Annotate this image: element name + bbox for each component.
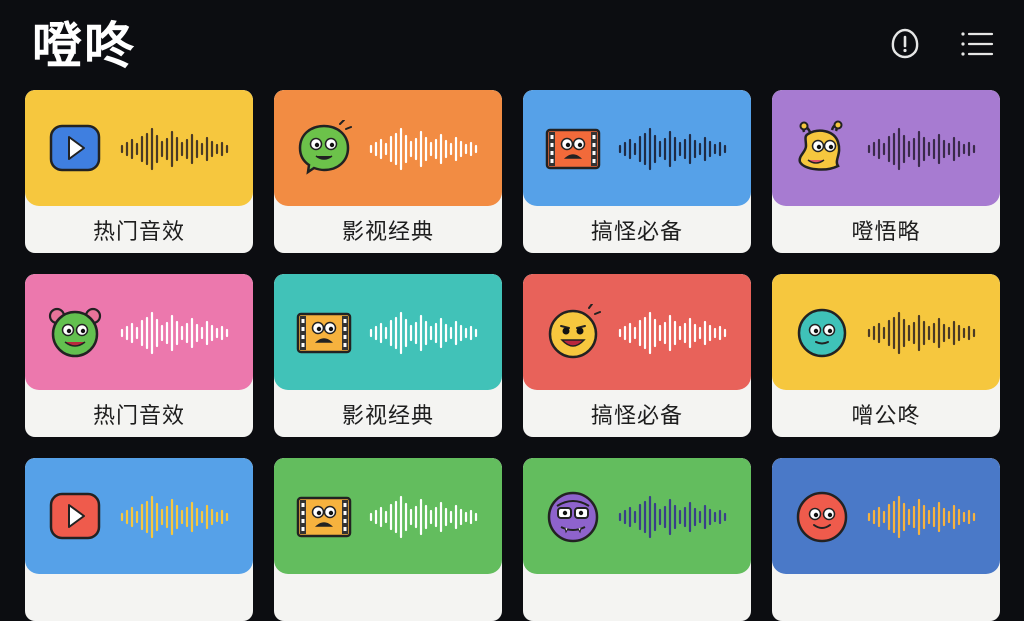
sound-wave-icon [618,495,727,539]
card-color-header [25,274,253,390]
yellow-face-icon [548,304,601,359]
app-title: 噔咚 [32,17,136,75]
card-label: 噔悟略 [851,219,921,245]
category-card[interactable]: 影视经典 [274,274,502,437]
green-bear-face-icon [48,307,102,358]
card-color-header [25,458,253,574]
card-color-header [25,90,253,206]
sound-category-grid: 热门音效 影视经典 搞怪必备 噔悟略 热门音效 影视经典 搞怪必备 噌公咚 [25,90,1000,621]
category-card[interactable]: 热门音效 [25,274,253,437]
card-color-header [523,90,751,206]
sound-wave-icon [369,311,478,355]
card-label: 搞怪必备 [590,219,683,245]
purple-monster-icon [547,491,599,543]
card-color-header [274,90,502,206]
play-button-icon [49,124,101,172]
sound-wave-icon [369,495,478,539]
category-card[interactable]: 搞怪必备 [523,90,751,253]
category-card[interactable]: 噌公咚 [772,274,1000,437]
red-face-icon [796,491,848,543]
yellow-creature-icon [798,120,843,171]
card-color-header [772,90,1000,206]
card-label [523,574,751,621]
play-button-icon [49,492,101,540]
card-label: 噌公咚 [851,403,921,429]
card-color-header [772,274,1000,390]
card-label: 热门音效 [92,403,185,429]
category-card[interactable]: 搞怪必备 [523,274,751,437]
sound-wave-icon [618,127,727,171]
menu-list-icon[interactable] [956,24,996,64]
sound-wave-icon [618,311,727,355]
sound-wave-icon [369,127,478,171]
card-color-header [274,274,502,390]
teal-face-icon [797,308,847,358]
category-card[interactable] [25,458,253,621]
card-color-header [274,458,502,574]
film-face-icon [296,496,352,538]
film-face-icon [545,128,601,170]
category-card[interactable] [772,458,1000,621]
sound-wave-icon [120,127,229,171]
sound-wave-icon [867,127,976,171]
category-card[interactable] [523,458,751,621]
card-label: 热门音效 [92,219,185,245]
card-color-header [772,458,1000,574]
sound-wave-icon [867,311,976,355]
card-color-header [523,274,751,390]
card-label: 搞怪必备 [590,403,683,429]
sound-wave-icon [867,495,976,539]
green-face-icon [298,120,352,175]
category-card[interactable]: 热门音效 [25,90,253,253]
sound-wave-icon [120,495,229,539]
film-face-icon [296,312,352,354]
notification-bell-icon[interactable] [885,24,925,64]
sound-wave-icon [120,311,229,355]
top-bar: 噔咚 [0,0,1024,90]
card-label: 影视经典 [341,219,434,245]
category-card[interactable] [274,458,502,621]
card-label: 影视经典 [341,403,434,429]
category-card[interactable]: 噔悟略 [772,90,1000,253]
card-label [25,574,253,621]
card-label [274,574,502,621]
category-card[interactable]: 影视经典 [274,90,502,253]
card-label [772,574,1000,621]
card-color-header [523,458,751,574]
